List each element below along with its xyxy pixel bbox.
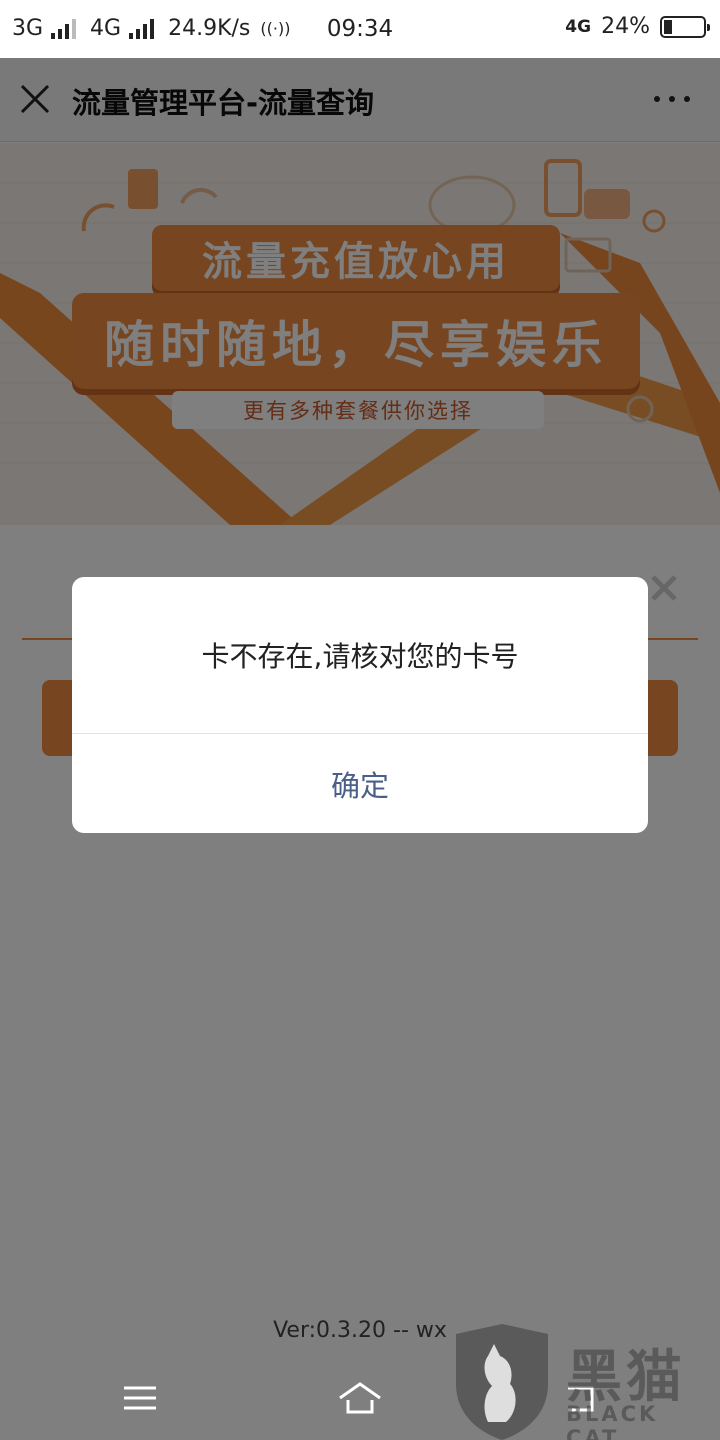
home-icon[interactable] bbox=[338, 1376, 382, 1420]
status-bar: 3G 4G 24.9K/s ((·)) 09:34 4G 24% bbox=[0, 0, 720, 58]
watermark-cn: 黑猫 bbox=[566, 1345, 686, 1410]
battery-percent: 24% bbox=[601, 14, 650, 39]
volte-icon: 4G bbox=[565, 16, 592, 37]
battery-icon bbox=[660, 15, 710, 38]
alert-dialog: 卡不存在,请核对您的卡号 确定 bbox=[72, 577, 648, 833]
status-right: 4G 24% bbox=[565, 14, 710, 39]
black-cat-watermark: 黑猫 BLACK CAT bbox=[448, 1322, 720, 1440]
menu-icon[interactable] bbox=[118, 1376, 162, 1420]
dialog-message: 卡不存在,请核对您的卡号 bbox=[201, 640, 519, 673]
watermark-en: BLACK CAT bbox=[566, 1402, 659, 1440]
confirm-button[interactable]: 确定 bbox=[72, 734, 648, 833]
cat-shield-logo bbox=[456, 1324, 548, 1440]
